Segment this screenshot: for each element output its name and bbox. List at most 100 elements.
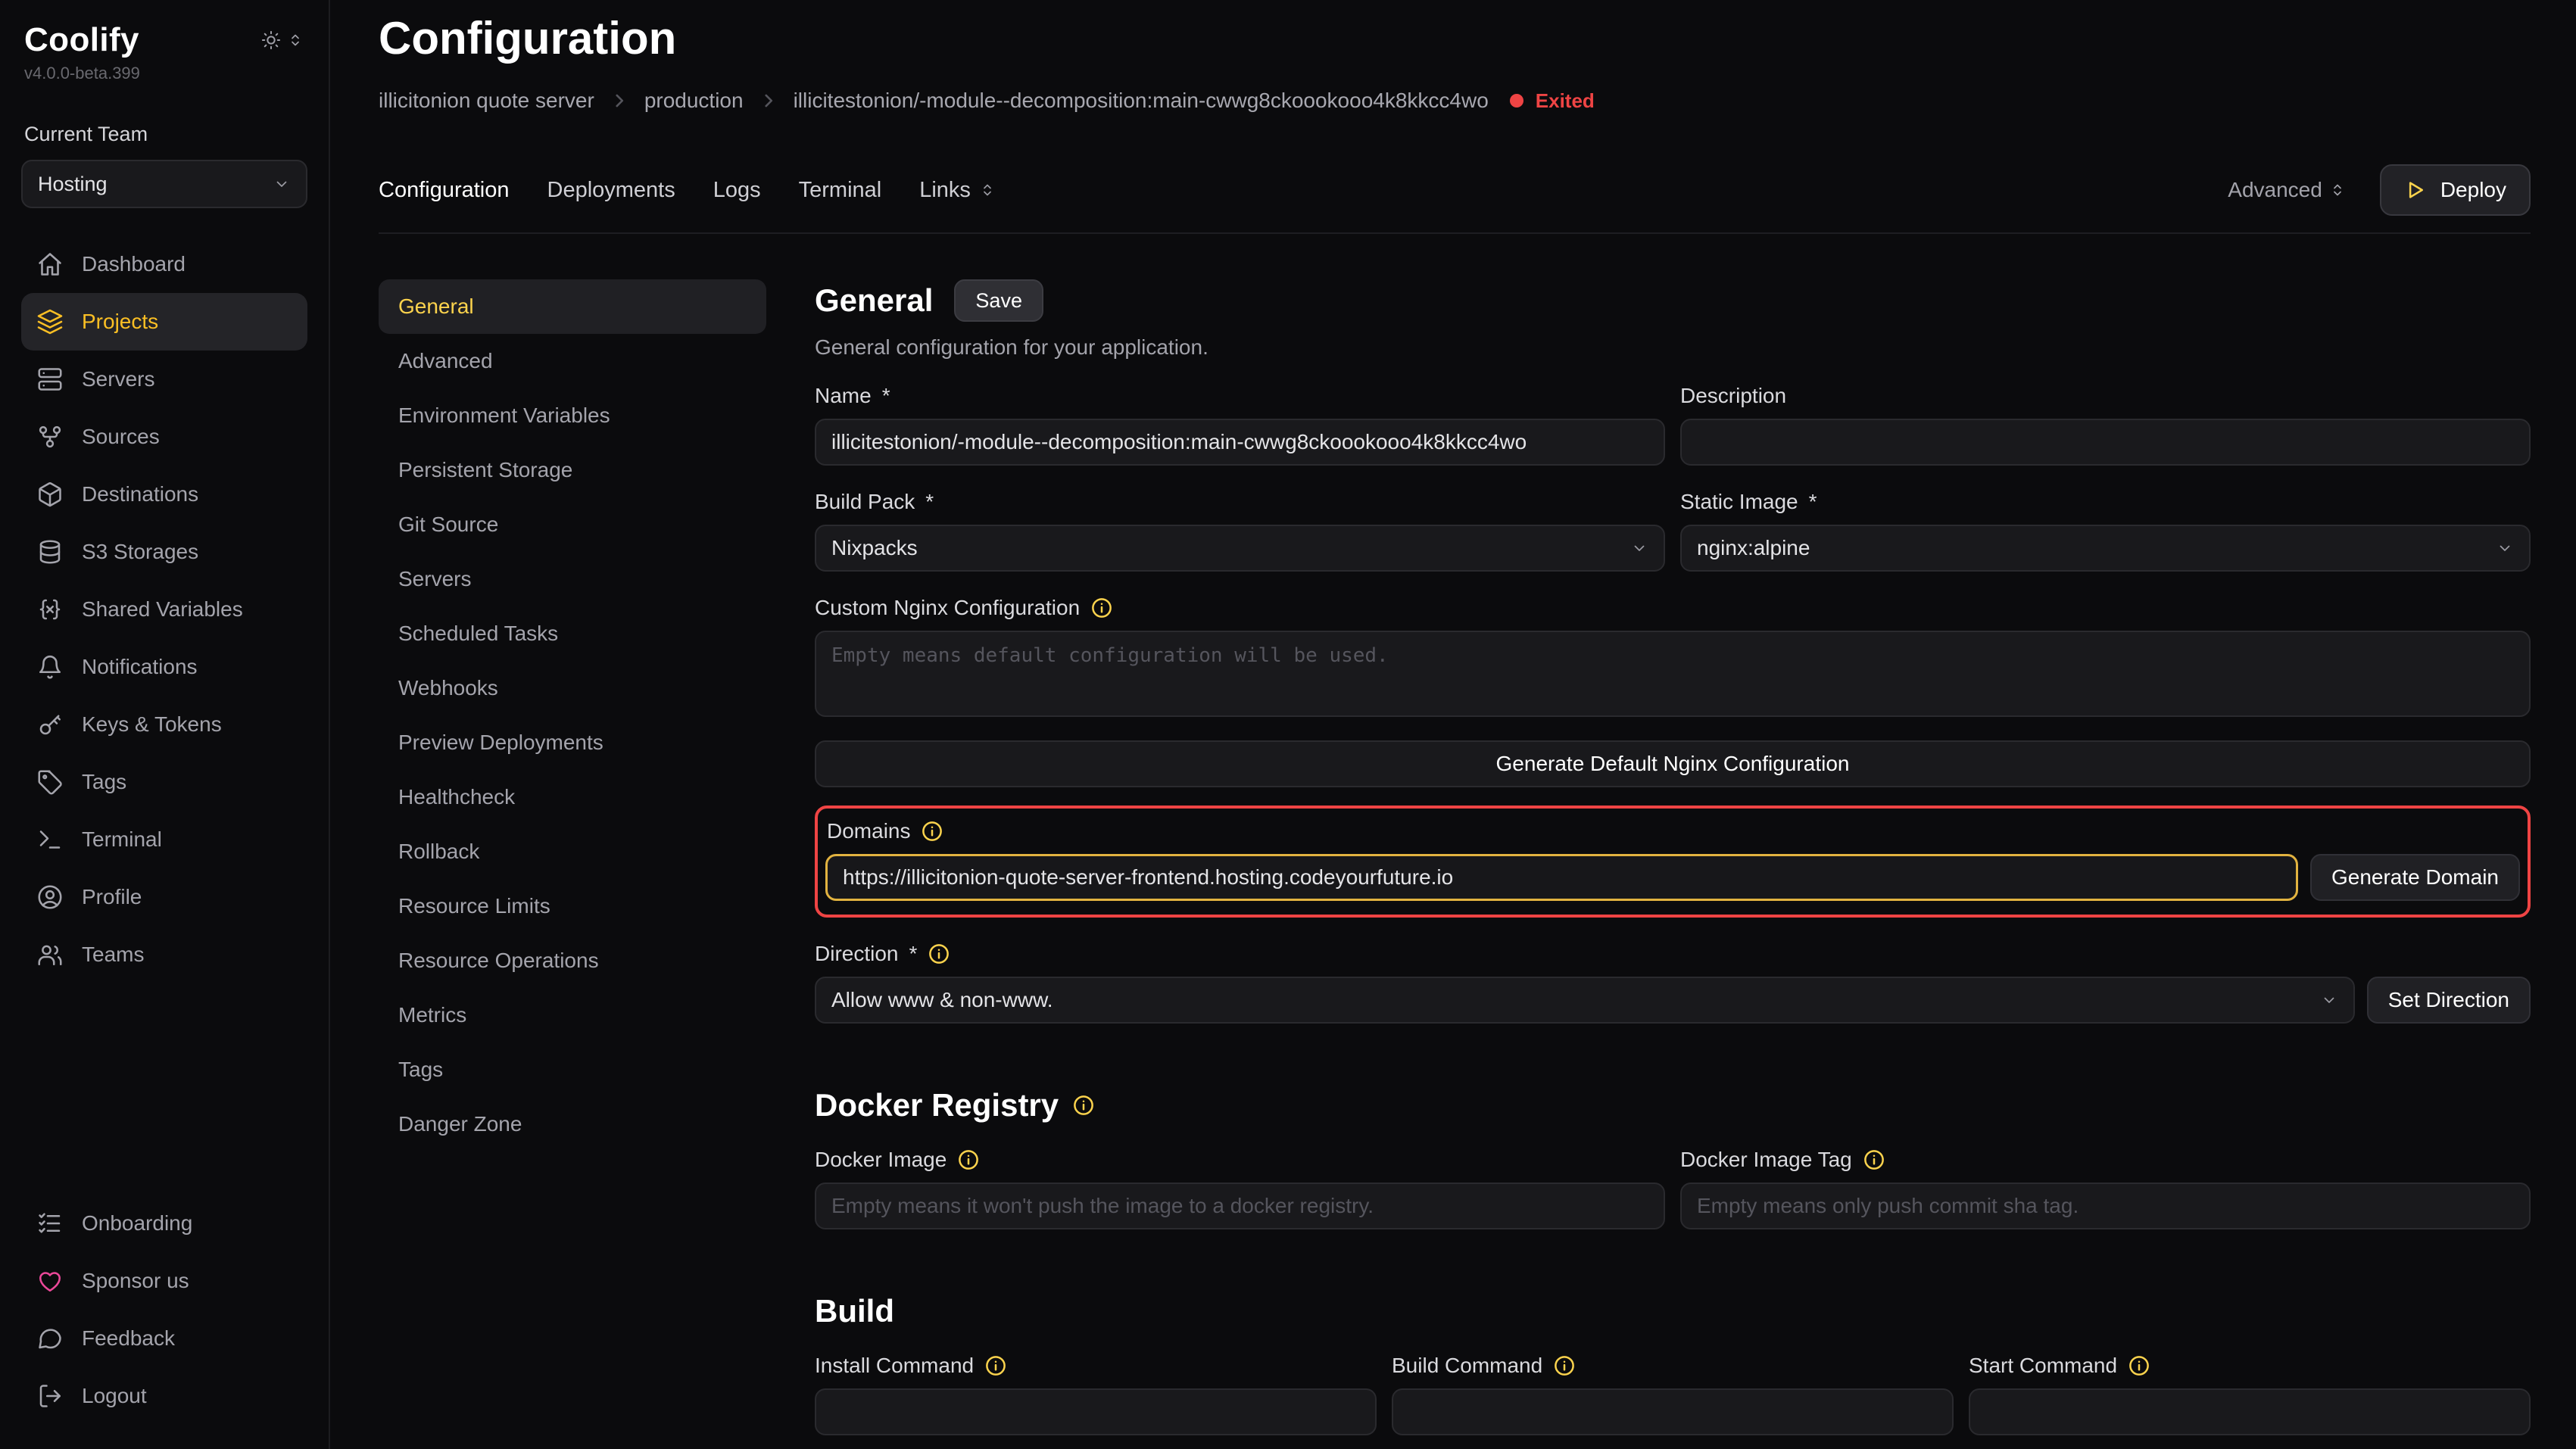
chevron-right-icon [610, 91, 629, 111]
breadcrumb: illicitonion quote server production ill… [379, 89, 2531, 113]
layers-icon [36, 308, 64, 335]
users-icon [36, 941, 64, 968]
info-icon [1072, 1094, 1095, 1117]
sidebar-nav: Dashboard Projects Servers Sources Desti… [21, 235, 307, 983]
subnav-item-webhooks[interactable]: Webhooks [379, 661, 766, 715]
subnav-item-git-source[interactable]: Git Source [379, 497, 766, 552]
chevron-right-icon [759, 91, 778, 111]
sidebar-item-dashboard[interactable]: Dashboard [21, 235, 307, 293]
save-button[interactable]: Save [954, 279, 1043, 322]
sidebar-item-keys-tokens[interactable]: Keys & Tokens [21, 696, 307, 753]
build-pack-select[interactable]: Nixpacks [815, 525, 1665, 572]
install-command-label: Install Command [815, 1354, 1377, 1378]
server-icon [36, 366, 64, 393]
sidebar-item-feedback[interactable]: Feedback [21, 1310, 307, 1367]
build-command-label: Build Command [1392, 1354, 1954, 1378]
domains-section: Domains Generate Domain [815, 806, 2531, 918]
docker-image-tag-input[interactable] [1680, 1183, 2531, 1229]
subnav-item-scheduled-tasks[interactable]: Scheduled Tasks [379, 606, 766, 661]
breadcrumb-application[interactable]: illicitestonion/-module--decomposition:m… [794, 89, 1489, 113]
direction-select[interactable]: Allow www & non-www. [815, 977, 2355, 1024]
sidebar-item-projects[interactable]: Projects [21, 293, 307, 351]
sidebar-item-sources[interactable]: Sources [21, 408, 307, 466]
status-dot [1510, 94, 1523, 108]
info-icon [928, 943, 950, 965]
description-label: Description [1680, 384, 2531, 408]
chevron-down-icon [273, 175, 291, 193]
sidebar-item-shared-variables[interactable]: Shared Variables [21, 581, 307, 638]
breadcrumb-environment[interactable]: production [644, 89, 744, 113]
deploy-button[interactable]: Deploy [2380, 164, 2531, 216]
terminal-icon [36, 826, 64, 853]
tab-deployments[interactable]: Deployments [547, 178, 675, 203]
set-direction-button[interactable]: Set Direction [2367, 977, 2531, 1024]
status-text: Exited [1536, 89, 1595, 113]
team-select[interactable]: Hosting [21, 160, 307, 208]
subnav-item-metrics[interactable]: Metrics [379, 988, 766, 1042]
sidebar-item-servers[interactable]: Servers [21, 351, 307, 408]
sidebar-item-destinations[interactable]: Destinations [21, 466, 307, 523]
static-image-label: Static Image* [1680, 490, 2531, 514]
tab-terminal[interactable]: Terminal [799, 178, 882, 203]
subnav-item-servers[interactable]: Servers [379, 552, 766, 606]
generate-nginx-button[interactable]: Generate Default Nginx Configuration [815, 740, 2531, 787]
subnav-item-rollback[interactable]: Rollback [379, 824, 766, 879]
sidebar-item-sponsor[interactable]: Sponsor us [21, 1252, 307, 1310]
breadcrumb-project[interactable]: illicitonion quote server [379, 89, 594, 113]
static-image-select[interactable]: nginx:alpine [1680, 525, 2531, 572]
build-pack-label: Build Pack* [815, 490, 1665, 514]
subnav-item-resource-operations[interactable]: Resource Operations [379, 933, 766, 988]
advanced-toggle[interactable]: Advanced [2228, 178, 2347, 202]
settings-subnav: General Advanced Environment Variables P… [379, 279, 766, 1449]
subnav-item-general[interactable]: General [379, 279, 766, 334]
name-input[interactable] [815, 419, 1665, 466]
generate-domain-button[interactable]: Generate Domain [2310, 854, 2520, 901]
subnav-item-preview-deployments[interactable]: Preview Deployments [379, 715, 766, 770]
subnav-item-resource-limits[interactable]: Resource Limits [379, 879, 766, 933]
app-logo: Coolify [24, 21, 139, 59]
sidebar-footer-nav: Onboarding Sponsor us Feedback Logout [21, 1195, 307, 1425]
subnav-item-advanced[interactable]: Advanced [379, 334, 766, 388]
build-command-input[interactable] [1392, 1388, 1954, 1435]
domains-input[interactable] [825, 854, 2298, 901]
sun-icon [260, 30, 282, 51]
subnav-item-environment-variables[interactable]: Environment Variables [379, 388, 766, 443]
sidebar-item-profile[interactable]: Profile [21, 868, 307, 926]
theme-switcher[interactable] [260, 30, 304, 51]
database-icon [36, 538, 64, 566]
variable-icon [36, 596, 64, 623]
name-label: Name* [815, 384, 1665, 408]
home-icon [36, 251, 64, 278]
description-input[interactable] [1680, 419, 2531, 466]
direction-label: Direction* [815, 942, 2531, 966]
tab-links[interactable]: Links [919, 178, 996, 203]
sidebar-item-onboarding[interactable]: Onboarding [21, 1195, 307, 1252]
key-icon [36, 711, 64, 738]
subnav-item-danger-zone[interactable]: Danger Zone [379, 1097, 766, 1151]
tab-configuration[interactable]: Configuration [379, 178, 510, 203]
install-command-input[interactable] [815, 1388, 1377, 1435]
docker-image-input[interactable] [815, 1183, 1665, 1229]
chevron-down-icon [2320, 991, 2338, 1009]
subnav-item-tags[interactable]: Tags [379, 1042, 766, 1097]
chevrons-up-down-icon [2328, 181, 2347, 199]
tab-logs[interactable]: Logs [713, 178, 761, 203]
sidebar-item-teams[interactable]: Teams [21, 926, 307, 983]
sidebar-item-tags[interactable]: Tags [21, 753, 307, 811]
sidebar-item-s3-storages[interactable]: S3 Storages [21, 523, 307, 581]
nginx-config-textarea[interactable] [815, 631, 2531, 717]
subnav-item-healthcheck[interactable]: Healthcheck [379, 770, 766, 824]
chevrons-up-down-icon [286, 31, 304, 49]
start-command-input[interactable] [1969, 1388, 2531, 1435]
general-panel: General Save General configuration for y… [815, 279, 2531, 1449]
general-subtitle: General configuration for your applicati… [815, 335, 2531, 360]
app-root: Coolify v4.0.0-beta.399 Current Team Hos… [0, 0, 2576, 1449]
sidebar-item-logout[interactable]: Logout [21, 1367, 307, 1425]
info-icon [2128, 1354, 2150, 1377]
sidebar-item-notifications[interactable]: Notifications [21, 638, 307, 696]
sidebar-item-terminal[interactable]: Terminal [21, 811, 307, 868]
nginx-config-label: Custom Nginx Configuration [815, 596, 2531, 620]
domains-label: Domains [827, 819, 2520, 843]
subnav-item-persistent-storage[interactable]: Persistent Storage [379, 443, 766, 497]
docker-image-label: Docker Image [815, 1148, 1665, 1172]
